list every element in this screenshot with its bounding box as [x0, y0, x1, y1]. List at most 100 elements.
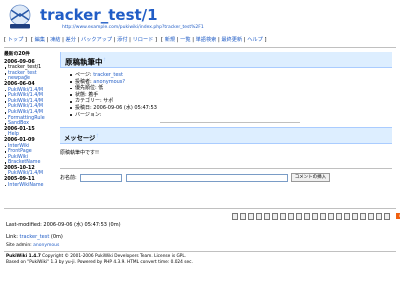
- info-label: カテゴリー:: [75, 98, 104, 105]
- nav-link[interactable]: 新規: [165, 37, 175, 43]
- site-admin: Site admin: anonymous: [6, 243, 59, 249]
- recent-list: 2006-09-06 tracker_test/1 tracker_test newp…: [4, 60, 58, 189]
- recent-item-link[interactable]: Help: [8, 132, 19, 137]
- toolbar-icon[interactable]: [296, 213, 302, 220]
- recent-item-link[interactable]: InterWiki: [8, 144, 29, 149]
- nav-link[interactable]: 添付: [117, 37, 127, 43]
- related-links: Link: tracker_test (0m): [6, 234, 63, 240]
- toolbar-icon[interactable]: [352, 213, 358, 220]
- toolbar-icon[interactable]: [384, 213, 390, 220]
- toolbar-icon[interactable]: [320, 213, 326, 220]
- toolbar-icon[interactable]: [240, 213, 246, 220]
- recent-item[interactable]: BracketName: [4, 160, 58, 166]
- recent-item-link[interactable]: newpage: [8, 76, 30, 81]
- main-body: 原稿執筆中† ページ: tracker_test 投稿者: anonymous? 優…: [60, 52, 392, 183]
- comment-submit-button[interactable]: コメントの挿入: [290, 173, 331, 183]
- menubar-title: 最新の20件: [4, 52, 30, 57]
- nav-link[interactable]: 編集: [35, 37, 45, 43]
- divider: [4, 47, 396, 48]
- recent-item-link[interactable]: PukiWiki: [8, 155, 28, 160]
- toolbar-icon[interactable]: [368, 213, 374, 220]
- nav-link[interactable]: 凍結: [50, 37, 60, 43]
- recent-item-link[interactable]: PukiWiki/1.4/M: [8, 171, 43, 176]
- divider: [160, 122, 300, 124]
- recent-item[interactable]: SandBox: [4, 121, 58, 127]
- info-item: 状態: 着手: [70, 92, 392, 99]
- section-heading-text: メッセージ: [64, 135, 96, 143]
- comment-input[interactable]: [125, 173, 288, 182]
- toolbar-icon[interactable]: [256, 213, 262, 220]
- info-value[interactable]: anonymous?: [93, 79, 125, 85]
- recent-item[interactable]: PukiWiki/1.4/M: [4, 171, 58, 177]
- divider: [4, 208, 396, 209]
- toolbar-icon[interactable]: [336, 213, 342, 220]
- info-item: 投稿者: anonymous?: [70, 79, 392, 86]
- recent-item[interactable]: Help: [4, 132, 58, 138]
- toolbar-icon[interactable]: [360, 213, 366, 220]
- message-text: 原稿執筆中です!!: [60, 150, 100, 157]
- recent-item-link[interactable]: SandBox: [8, 121, 29, 126]
- nav-link[interactable]: トップ: [8, 37, 24, 43]
- recent-item[interactable]: newpage: [4, 76, 58, 82]
- page-url[interactable]: http://www.example.com/pukiwiki/index.ph…: [62, 25, 204, 31]
- toolbar-icon[interactable]: [232, 213, 238, 220]
- link-tracker-test[interactable]: tracker_test: [20, 234, 50, 240]
- toolbar-icon[interactable]: [376, 213, 382, 220]
- recent-item-link[interactable]: PukiWiki/1.4/M: [8, 104, 43, 109]
- toolbar-icon[interactable]: [272, 213, 278, 220]
- credits-based-on: Based on "PukiWiki" 1.3 by yu-ji. Powere…: [6, 260, 193, 265]
- tracker-info-list: ページ: tracker_test 投稿者: anonymous? 優先順位: 低状…: [70, 72, 392, 118]
- pukiwiki-logo[interactable]: [5, 2, 35, 30]
- page-heading: 原稿執筆中†: [60, 52, 392, 68]
- nav-bracket: ]: [262, 37, 267, 43]
- toolbar-icon[interactable]: [312, 213, 318, 220]
- toolbar-icon[interactable]: [344, 213, 350, 220]
- toolbar-icon[interactable]: [328, 213, 334, 220]
- info-value: 着手: [88, 91, 99, 98]
- toolbar-icon[interactable]: [288, 213, 294, 220]
- info-item: バージョン:: [70, 112, 392, 119]
- nav-link[interactable]: バックアップ: [81, 37, 112, 43]
- name-label: お名前:: [60, 174, 77, 181]
- last-modified: Last-modified: 2006-09-06 (水) 05:47:53 (…: [6, 222, 121, 228]
- nav-link[interactable]: ヘルプ: [247, 37, 263, 43]
- credits: PukiWiki 1.4.7 Copyright © 2001-2006 Puk…: [6, 254, 193, 266]
- nav-link[interactable]: リロード: [133, 37, 154, 43]
- recent-item[interactable]: InterWikiName: [4, 183, 58, 189]
- info-value[interactable]: tracker_test: [93, 72, 123, 78]
- nav-link[interactable]: 最終更新: [221, 37, 242, 43]
- toolbar-icon[interactable]: [304, 213, 310, 220]
- toolbar-icon[interactable]: [280, 213, 286, 220]
- nav-link[interactable]: 単語検索: [196, 37, 217, 43]
- divider: [4, 251, 396, 252]
- heading-anchor[interactable]: †: [104, 57, 106, 62]
- menubar: 最新の20件 2006-09-06 tracker_test/1 tracker_t…: [4, 52, 58, 188]
- recent-item-link[interactable]: FrontPage: [8, 149, 32, 154]
- recent-item-link[interactable]: FormattingRule: [8, 116, 45, 121]
- recent-item-link[interactable]: tracker_test: [8, 71, 37, 76]
- page-title[interactable]: tracker_test/1: [40, 8, 158, 23]
- name-input[interactable]: [79, 173, 122, 182]
- toolbar-icon[interactable]: [264, 213, 270, 220]
- nav-link[interactable]: 一覧: [180, 37, 190, 43]
- recent-item-link[interactable]: InterWikiName: [8, 183, 44, 188]
- recent-item-link[interactable]: tracker_test/1: [8, 65, 41, 70]
- section-anchor[interactable]: †: [96, 133, 98, 138]
- recent-item-link[interactable]: BracketName: [8, 160, 40, 165]
- nav-group: [ 編集 | 凍結 | 差分 | バックアップ | 添付 | リロード ]: [31, 37, 157, 43]
- nav-link[interactable]: 差分: [66, 37, 76, 43]
- rss-icon[interactable]: RSS: [396, 213, 400, 219]
- link-label: Link:: [6, 234, 20, 240]
- nav-group: [ トップ ]: [4, 37, 27, 43]
- info-label: ページ:: [75, 72, 94, 78]
- recent-item-link[interactable]: PukiWiki/1.4/M: [8, 88, 43, 93]
- admin-link[interactable]: anonymous: [33, 243, 59, 248]
- info-item: 優先順位: 低: [70, 85, 392, 92]
- info-label: バージョン:: [75, 111, 102, 118]
- info-label: 状態:: [75, 91, 89, 98]
- recent-item-link[interactable]: PukiWiki/1.4/M: [8, 99, 43, 104]
- toolbar-icon[interactable]: [248, 213, 254, 220]
- recent-item-link[interactable]: PukiWiki/1.4/M: [8, 110, 43, 115]
- info-value: 2006-09-06 (水) 05:47:53: [93, 104, 157, 111]
- recent-item-link[interactable]: PukiWiki/1.4/M: [8, 93, 43, 98]
